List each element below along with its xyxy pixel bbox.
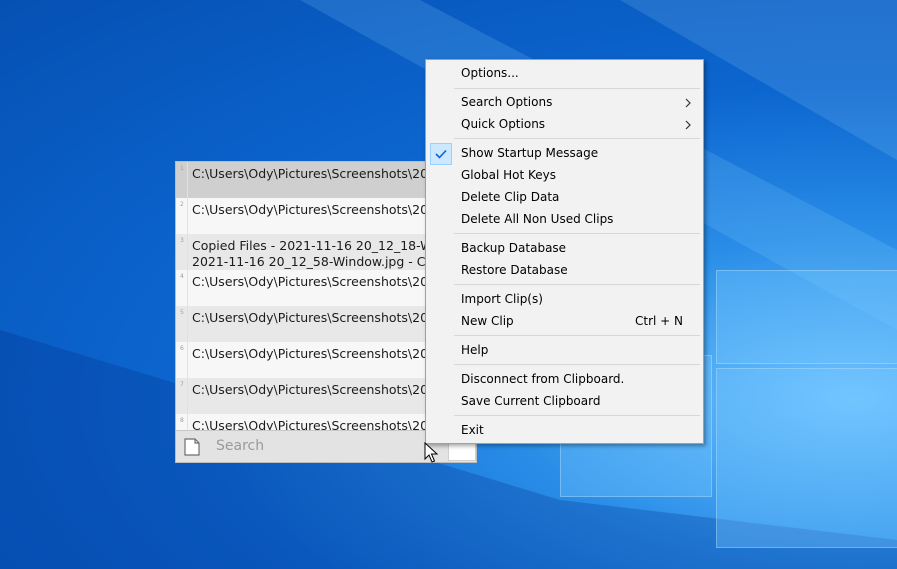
menu-item-search-options[interactable]: Search Options: [427, 92, 702, 114]
mouse-cursor-icon: [424, 442, 438, 463]
menu-item-label: Show Startup Message: [461, 146, 599, 160]
menu-item-label: New Clip: [461, 314, 514, 328]
row-divider: [187, 378, 188, 414]
check-highlight: [430, 143, 452, 165]
menu-separator: [454, 364, 700, 365]
menu-item-import-clips[interactable]: Import Clip(s): [427, 289, 702, 311]
menu-item-delete-clip-data[interactable]: Delete Clip Data: [427, 187, 702, 209]
menu-item-delete-all-non-used-clips[interactable]: Delete All Non Used Clips: [427, 209, 702, 231]
menu-item-global-hot-keys[interactable]: Global Hot Keys: [427, 165, 702, 187]
row-divider: [187, 306, 188, 342]
menu-item-label: Delete All Non Used Clips: [461, 212, 614, 226]
menu-item-help[interactable]: Help: [427, 340, 702, 362]
menu-item-label: Quick Options: [461, 117, 546, 131]
row-divider: [187, 234, 188, 270]
clip-row-number: 1: [180, 165, 184, 172]
menu-separator: [454, 233, 700, 234]
chevron-right-icon: [685, 120, 691, 130]
chevron-right-icon: [685, 98, 691, 108]
menu-separator: [454, 415, 700, 416]
clip-row-number: 5: [180, 309, 184, 316]
menu-item-exit[interactable]: Exit: [427, 420, 702, 442]
document-icon[interactable]: [184, 438, 200, 456]
clip-row-number: 4: [180, 273, 184, 280]
menu-item-disconnect-from-clipboard[interactable]: Disconnect from Clipboard.: [427, 369, 702, 391]
menu-separator: [454, 138, 700, 139]
menu-item-label: Help: [461, 343, 489, 357]
row-divider: [187, 270, 188, 306]
menu-item-label: Disconnect from Clipboard.: [461, 372, 625, 386]
windows-logo-pane-br: [716, 368, 897, 548]
menu-item-label: Backup Database: [461, 241, 567, 255]
menu-item-quick-options[interactable]: Quick Options: [427, 114, 702, 136]
menu-item-restore-database[interactable]: Restore Database: [427, 260, 702, 282]
menu-separator: [454, 88, 700, 89]
menu-item-options[interactable]: Options...: [427, 63, 702, 85]
clip-row-number: 7: [180, 381, 184, 388]
clip-row-number: 2: [180, 201, 184, 208]
menu-item-label: Save Current Clipboard: [461, 394, 601, 408]
menu-item-label: Global Hot Keys: [461, 168, 556, 182]
menu-item-new-clip[interactable]: New Clip Ctrl + N: [427, 311, 702, 333]
menu-item-label: Delete Clip Data: [461, 190, 560, 204]
menu-item-label: Exit: [461, 423, 484, 437]
clip-row-number: 8: [180, 417, 184, 424]
context-menu: Options... Search Options Quick Options …: [425, 59, 704, 444]
clip-row-number: 6: [180, 345, 184, 352]
menu-separator: [454, 284, 700, 285]
row-divider: [187, 198, 188, 234]
menu-item-label: Restore Database: [461, 263, 568, 277]
menu-item-show-startup-message[interactable]: Show Startup Message: [427, 143, 702, 165]
menu-item-label: Import Clip(s): [461, 292, 543, 306]
windows-logo-pane-tr: [716, 270, 897, 364]
search-input[interactable]: Search: [216, 438, 264, 454]
row-divider: [187, 162, 188, 198]
menu-item-label: Options...: [461, 66, 519, 80]
menu-item-label: Search Options: [461, 95, 553, 109]
check-icon: [435, 149, 447, 159]
menu-item-shortcut: Ctrl + N: [634, 314, 683, 328]
row-divider: [187, 342, 188, 378]
clip-row-number: 3: [180, 237, 184, 244]
menu-item-save-current-clipboard[interactable]: Save Current Clipboard: [427, 391, 702, 413]
menu-item-backup-database[interactable]: Backup Database: [427, 238, 702, 260]
menu-separator: [454, 335, 700, 336]
